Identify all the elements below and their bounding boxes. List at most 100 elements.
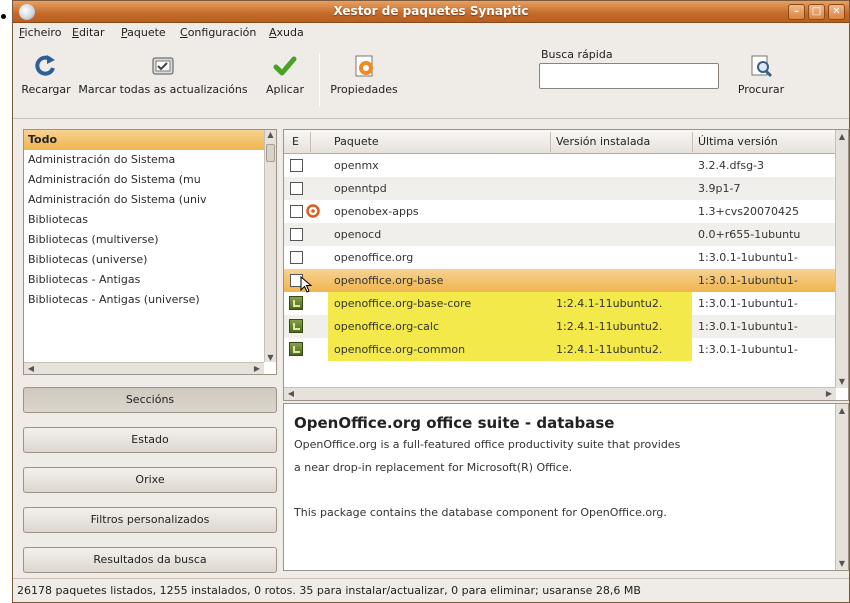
table-row[interactable]: openoffice.org-base-core 1:2.4.1-11ubunt…: [284, 292, 836, 315]
scroll-thumb[interactable]: [266, 144, 275, 162]
mark-checkbox[interactable]: [290, 251, 303, 264]
close-button[interactable]: ✕: [828, 4, 845, 20]
sections-horizontal-scrollbar[interactable]: ◀ ▶: [24, 362, 264, 374]
table-header: E Paquete Versión instalada Última versi…: [284, 130, 836, 154]
column-divider: [692, 132, 693, 152]
latest-version: 3.2.4.dfsg-3: [698, 159, 765, 172]
section-item[interactable]: Bibliotecas: [24, 210, 276, 230]
reload-label: Recargar: [21, 83, 71, 96]
section-item[interactable]: Administración do Sistema (mu: [24, 170, 276, 190]
package-horizontal-scrollbar[interactable]: ◀ ▶: [284, 387, 836, 400]
sections-filter-button[interactable]: Seccións: [23, 387, 277, 413]
mark-all-upgrades-button[interactable]: Marcar todas as actualizacións: [75, 47, 251, 113]
upgradable-status-icon[interactable]: [289, 296, 303, 310]
minimize-button[interactable]: –: [788, 4, 805, 20]
menu-package[interactable]: Paquete: [121, 26, 166, 39]
package-name: openocd: [334, 228, 382, 241]
table-row[interactable]: openoffice.org-calc 1:2.4.1-11ubuntu2. 1…: [284, 315, 836, 338]
reload-button[interactable]: Recargar: [17, 47, 75, 113]
section-item[interactable]: Administración do Sistema (univ: [24, 190, 276, 210]
installed-version: 1:2.4.1-11ubuntu2.: [556, 320, 663, 333]
menu-settings[interactable]: Configuración: [180, 26, 256, 39]
menu-bar: Ficheiro Editar Paquete Configuración Ax…: [13, 23, 849, 43]
maximize-button[interactable]: □: [808, 4, 825, 20]
scroll-right-icon[interactable]: ▶: [252, 364, 262, 373]
scroll-up-icon[interactable]: ▲: [836, 406, 848, 415]
package-name: openobex-apps: [334, 205, 419, 218]
status-bar: 26178 paquetes listados, 1255 instalados…: [13, 578, 849, 602]
column-package[interactable]: Paquete: [334, 135, 379, 148]
window-title: Xestor de paquetes Synaptic: [333, 4, 529, 18]
section-item[interactable]: Bibliotecas (multiverse): [24, 230, 276, 250]
section-item[interactable]: Bibliotecas - Antigas (universe): [24, 290, 276, 310]
origin-filter-button[interactable]: Orixe: [23, 467, 277, 493]
table-row[interactable]: openobex-apps 1.3+cvs20070425: [284, 200, 836, 223]
latest-version: 1:3.0.1-1ubuntu1-: [698, 251, 798, 264]
section-item[interactable]: Bibliotecas (universe): [24, 250, 276, 270]
description-vertical-scrollbar[interactable]: ▲ ▼: [835, 404, 848, 570]
column-latest-version[interactable]: Última versión: [698, 135, 778, 148]
scroll-left-icon[interactable]: ◀: [26, 364, 36, 373]
description-title: OpenOffice.org office suite - database: [294, 414, 615, 432]
scroll-down-icon[interactable]: ▼: [836, 377, 848, 386]
search-button[interactable]: Procurar: [729, 47, 793, 113]
apply-label: Aplicar: [266, 83, 304, 96]
mark-checkbox[interactable]: [290, 228, 303, 241]
latest-version: 1:3.0.1-1ubuntu1-: [698, 297, 798, 310]
latest-version: 1:3.0.1-1ubuntu1-: [698, 320, 798, 333]
column-divider: [310, 132, 311, 152]
title-bar[interactable]: Xestor de paquetes Synaptic – □ ✕: [13, 1, 849, 23]
sections-list[interactable]: Todo Administración do Sistema Administr…: [23, 129, 277, 375]
table-row[interactable]: openmx 3.2.4.dfsg-3: [284, 154, 836, 177]
mark-all-icon: [152, 57, 174, 75]
latest-version: 1:3.0.1-1ubuntu1-: [698, 343, 798, 356]
table-row[interactable]: openocd 0.0+r655-1ubuntu: [284, 223, 836, 246]
custom-filters-button[interactable]: Filtros personalizados: [23, 507, 277, 533]
synaptic-window: Xestor de paquetes Synaptic – □ ✕ Fichei…: [12, 0, 850, 603]
latest-version: 0.0+r655-1ubuntu: [698, 228, 801, 241]
menu-edit[interactable]: Editar: [72, 26, 105, 39]
installed-version: 1:2.4.1-11ubuntu2.: [556, 297, 663, 310]
scroll-left-icon[interactable]: ◀: [286, 389, 296, 398]
column-divider: [550, 132, 551, 152]
scroll-down-icon[interactable]: ▼: [265, 353, 276, 362]
apply-button[interactable]: Aplicar: [257, 47, 313, 113]
properties-button[interactable]: Propiedades: [325, 47, 403, 113]
table-row[interactable]: openntpd 3.9p1-7: [284, 177, 836, 200]
quick-search-input[interactable]: [539, 63, 719, 89]
section-item[interactable]: Bibliotecas - Antigas: [24, 270, 276, 290]
search-icon: [751, 55, 773, 78]
status-filter-button[interactable]: Estado: [23, 427, 277, 453]
menu-help[interactable]: Axuda: [269, 26, 304, 39]
status-text: 26178 paquetes listados, 1255 instalados…: [17, 584, 641, 597]
scroll-up-icon[interactable]: ▲: [836, 132, 848, 141]
section-item[interactable]: Administración do Sistema: [24, 150, 276, 170]
section-item-all[interactable]: Todo: [24, 130, 276, 150]
latest-version: 1:3.0.1-1ubuntu1-: [698, 274, 798, 287]
properties-icon: [355, 55, 373, 77]
table-row[interactable]: openoffice.org-common 1:2.4.1-11ubuntu2.…: [284, 338, 836, 361]
scroll-up-icon[interactable]: ▲: [265, 130, 276, 139]
mark-checkbox[interactable]: [290, 159, 303, 172]
scroll-down-icon[interactable]: ▼: [836, 559, 848, 568]
bullet-dot: [1, 14, 6, 19]
package-name: openoffice.org-common: [334, 343, 466, 356]
mark-checkbox[interactable]: [290, 205, 303, 218]
package-name: openoffice.org: [334, 251, 414, 264]
table-row-selected[interactable]: openoffice.org-base 1:3.0.1-1ubuntu1-: [284, 269, 836, 293]
column-installed-version[interactable]: Versión instalada: [556, 135, 650, 148]
upgradable-status-icon[interactable]: [289, 319, 303, 333]
column-status[interactable]: E: [292, 135, 299, 148]
package-name: openmx: [334, 159, 379, 172]
package-table[interactable]: E Paquete Versión instalada Última versi…: [283, 129, 849, 401]
package-vertical-scrollbar[interactable]: ▲ ▼: [835, 130, 848, 388]
search-results-button[interactable]: Resultados da busca: [23, 547, 277, 573]
quick-search-label: Busca rápida: [541, 48, 613, 61]
table-row[interactable]: openoffice.org 1:3.0.1-1ubuntu1-: [284, 246, 836, 269]
latest-version: 1.3+cvs20070425: [698, 205, 799, 218]
menu-file[interactable]: Ficheiro: [19, 26, 61, 39]
upgradable-status-icon[interactable]: [289, 342, 303, 356]
scroll-right-icon[interactable]: ▶: [824, 389, 834, 398]
mark-checkbox[interactable]: [290, 182, 303, 195]
sections-vertical-scrollbar[interactable]: ▲ ▼: [264, 130, 276, 362]
